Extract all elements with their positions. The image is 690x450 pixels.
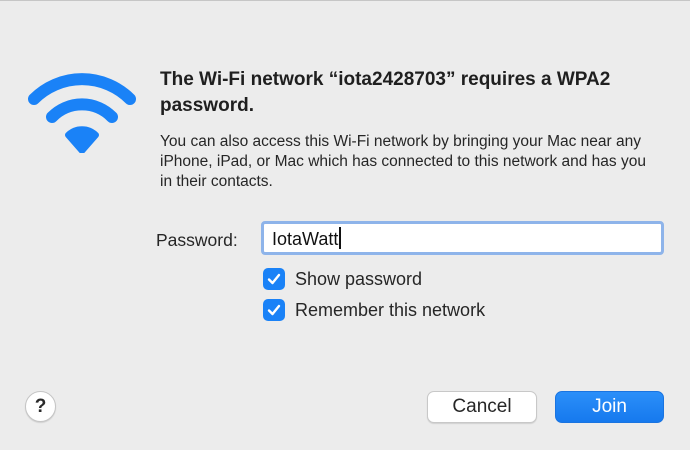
dialog-title: The Wi-Fi network “iota2428703” requires… xyxy=(160,69,611,116)
remember-network-checkbox[interactable] xyxy=(263,299,285,321)
checkmark-icon xyxy=(267,304,281,316)
text-caret xyxy=(339,227,341,249)
remember-network-label: Remember this network xyxy=(295,300,486,320)
help-button[interactable]: ? xyxy=(25,391,56,422)
password-input[interactable]: IotaWatt xyxy=(261,221,664,255)
dialog-message: You can also access this Wi-Fi network b… xyxy=(160,133,646,190)
show-password-option[interactable]: Show password xyxy=(263,267,422,291)
password-label: Password: xyxy=(156,230,238,250)
show-password-label: Show password xyxy=(295,269,423,289)
show-password-checkbox[interactable] xyxy=(263,268,285,290)
join-button[interactable]: Join xyxy=(555,391,664,423)
wifi-icon xyxy=(28,73,136,153)
checkmark-icon xyxy=(267,273,281,285)
remember-network-option[interactable]: Remember this network xyxy=(263,298,485,322)
wifi-password-dialog: The Wi-Fi network “iota2428703” requires… xyxy=(0,0,690,450)
password-value: IotaWatt xyxy=(272,229,339,249)
cancel-button[interactable]: Cancel xyxy=(427,391,537,423)
